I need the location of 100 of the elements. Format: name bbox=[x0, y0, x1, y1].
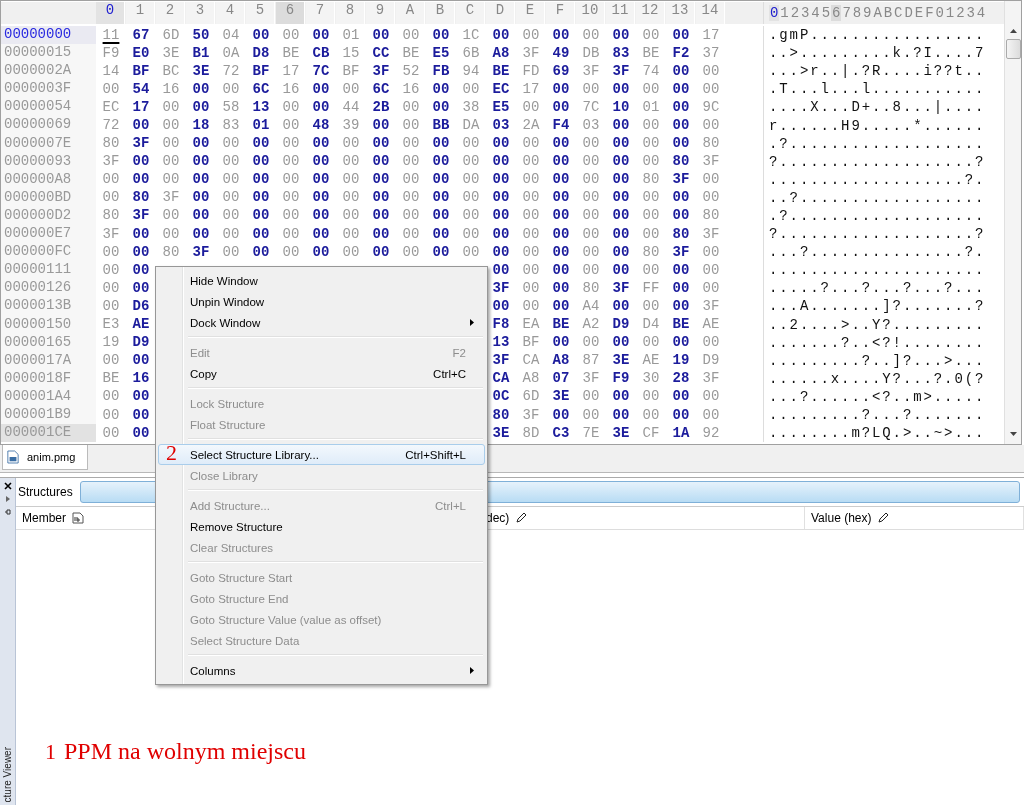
hex-byte[interactable]: 00 bbox=[156, 225, 186, 243]
hex-byte[interactable]: 00 bbox=[546, 135, 576, 153]
hex-byte[interactable]: 87 bbox=[576, 352, 606, 370]
hex-byte[interactable]: 01 bbox=[336, 26, 366, 44]
hex-byte[interactable]: A8 bbox=[546, 352, 576, 370]
hex-byte[interactable]: 00 bbox=[156, 98, 186, 116]
hex-byte[interactable]: 00 bbox=[426, 225, 456, 243]
hex-byte[interactable]: 00 bbox=[546, 261, 576, 279]
hex-byte[interactable]: 00 bbox=[486, 297, 516, 315]
hex-byte[interactable]: 00 bbox=[276, 98, 306, 116]
hex-byte[interactable]: 00 bbox=[216, 225, 246, 243]
hex-byte[interactable]: 00 bbox=[576, 189, 606, 207]
hex-byte[interactable]: 00 bbox=[276, 189, 306, 207]
hex-byte[interactable]: 67 bbox=[126, 26, 156, 44]
hex-byte[interactable]: 00 bbox=[246, 171, 276, 189]
pin-icon[interactable] bbox=[3, 508, 12, 516]
hex-byte[interactable]: CF bbox=[636, 424, 666, 442]
hex-byte[interactable]: 00 bbox=[666, 26, 696, 44]
hex-byte[interactable]: 49 bbox=[546, 44, 576, 62]
hex-byte[interactable]: 00 bbox=[516, 135, 546, 153]
hex-byte[interactable]: 00 bbox=[606, 171, 636, 189]
hex-byte[interactable]: BF bbox=[246, 62, 276, 80]
hex-byte[interactable]: 00 bbox=[486, 135, 516, 153]
hex-byte[interactable]: 92 bbox=[696, 424, 726, 442]
hex-byte[interactable]: 00 bbox=[156, 153, 186, 171]
hex-byte[interactable]: 00 bbox=[186, 80, 216, 98]
hex-byte[interactable]: BC bbox=[156, 62, 186, 80]
hex-byte[interactable]: 00 bbox=[546, 207, 576, 225]
hex-byte[interactable]: 00 bbox=[96, 297, 126, 315]
hex-byte[interactable]: 00 bbox=[516, 297, 546, 315]
hex-byte[interactable]: 00 bbox=[246, 26, 276, 44]
hex-byte[interactable]: 3F bbox=[156, 189, 186, 207]
hex-byte[interactable]: 00 bbox=[666, 261, 696, 279]
hex-byte[interactable]: 00 bbox=[606, 388, 636, 406]
hex-byte[interactable]: 00 bbox=[576, 207, 606, 225]
hex-byte[interactable]: 1C bbox=[456, 26, 486, 44]
hex-byte[interactable]: 00 bbox=[216, 189, 246, 207]
hex-byte[interactable]: 00 bbox=[216, 135, 246, 153]
hex-byte[interactable]: 00 bbox=[276, 225, 306, 243]
hex-byte[interactable]: 00 bbox=[246, 135, 276, 153]
hex-byte[interactable]: 80 bbox=[636, 243, 666, 261]
hex-byte[interactable]: 00 bbox=[336, 243, 366, 261]
hex-byte[interactable]: 3E bbox=[156, 44, 186, 62]
hex-byte[interactable]: 00 bbox=[276, 135, 306, 153]
hex-byte[interactable]: 83 bbox=[216, 117, 246, 134]
hex-byte[interactable]: 00 bbox=[426, 189, 456, 207]
hex-byte[interactable]: 00 bbox=[606, 135, 636, 153]
hex-byte[interactable]: 16 bbox=[396, 80, 426, 98]
hex-byte[interactable]: D9 bbox=[696, 352, 726, 370]
hex-byte[interactable]: 00 bbox=[366, 171, 396, 189]
hex-byte[interactable]: A8 bbox=[516, 370, 546, 388]
menu-item[interactable]: Dock Window bbox=[158, 312, 485, 333]
column-header[interactable]: Member bbox=[22, 511, 66, 525]
hex-byte[interactable]: 2A bbox=[516, 117, 546, 134]
hex-byte[interactable]: 3F bbox=[486, 352, 516, 370]
hex-byte[interactable]: 7C bbox=[306, 62, 336, 80]
hex-byte[interactable]: 3F bbox=[96, 225, 126, 243]
hex-byte[interactable]: F4 bbox=[546, 117, 576, 134]
hex-byte[interactable]: 80 bbox=[576, 279, 606, 297]
hex-byte[interactable]: A8 bbox=[486, 44, 516, 62]
hex-byte[interactable]: 18 bbox=[186, 117, 216, 134]
hex-byte[interactable]: 00 bbox=[666, 279, 696, 297]
hex-byte[interactable]: 00 bbox=[576, 261, 606, 279]
hex-byte[interactable]: E5 bbox=[486, 98, 516, 116]
hex-byte[interactable]: 6B bbox=[456, 44, 486, 62]
hex-byte[interactable]: 80 bbox=[126, 189, 156, 207]
hex-byte[interactable]: 00 bbox=[576, 406, 606, 424]
hex-byte[interactable]: 00 bbox=[366, 243, 396, 261]
hex-byte[interactable]: F9 bbox=[96, 44, 126, 62]
hex-byte[interactable]: 00 bbox=[666, 80, 696, 98]
hex-byte[interactable]: 00 bbox=[546, 189, 576, 207]
hex-byte[interactable]: 3E bbox=[606, 352, 636, 370]
hex-byte[interactable]: 00 bbox=[156, 207, 186, 225]
hex-byte[interactable]: 38 bbox=[456, 98, 486, 116]
hex-byte[interactable]: 00 bbox=[456, 80, 486, 98]
hex-byte[interactable]: 9C bbox=[696, 98, 726, 116]
hex-byte[interactable]: 07 bbox=[546, 370, 576, 388]
hex-byte[interactable]: 00 bbox=[576, 243, 606, 261]
hex-byte[interactable]: 3F bbox=[696, 370, 726, 388]
hex-byte[interactable]: 00 bbox=[126, 153, 156, 171]
hex-byte[interactable]: 00 bbox=[126, 388, 156, 406]
hex-byte[interactable]: 00 bbox=[156, 117, 186, 134]
hex-byte[interactable]: E3 bbox=[96, 316, 126, 334]
hex-byte[interactable]: BE bbox=[636, 44, 666, 62]
hex-byte[interactable]: 28 bbox=[666, 370, 696, 388]
hex-byte[interactable]: 00 bbox=[366, 207, 396, 225]
hex-byte[interactable]: 00 bbox=[546, 406, 576, 424]
hex-byte[interactable]: 00 bbox=[606, 117, 636, 134]
hex-byte[interactable]: 00 bbox=[696, 171, 726, 189]
hex-byte[interactable]: 00 bbox=[126, 279, 156, 297]
hex-byte[interactable]: 00 bbox=[546, 243, 576, 261]
hex-byte[interactable]: DA bbox=[456, 117, 486, 134]
hex-byte[interactable]: 80 bbox=[696, 135, 726, 153]
hex-byte[interactable]: D4 bbox=[636, 316, 666, 334]
hex-byte[interactable]: 00 bbox=[246, 153, 276, 171]
hex-byte[interactable]: 00 bbox=[96, 406, 126, 424]
hex-byte[interactable]: 00 bbox=[426, 171, 456, 189]
hex-byte[interactable]: 00 bbox=[456, 171, 486, 189]
hex-byte[interactable]: F2 bbox=[666, 44, 696, 62]
hex-byte[interactable]: 00 bbox=[696, 243, 726, 261]
